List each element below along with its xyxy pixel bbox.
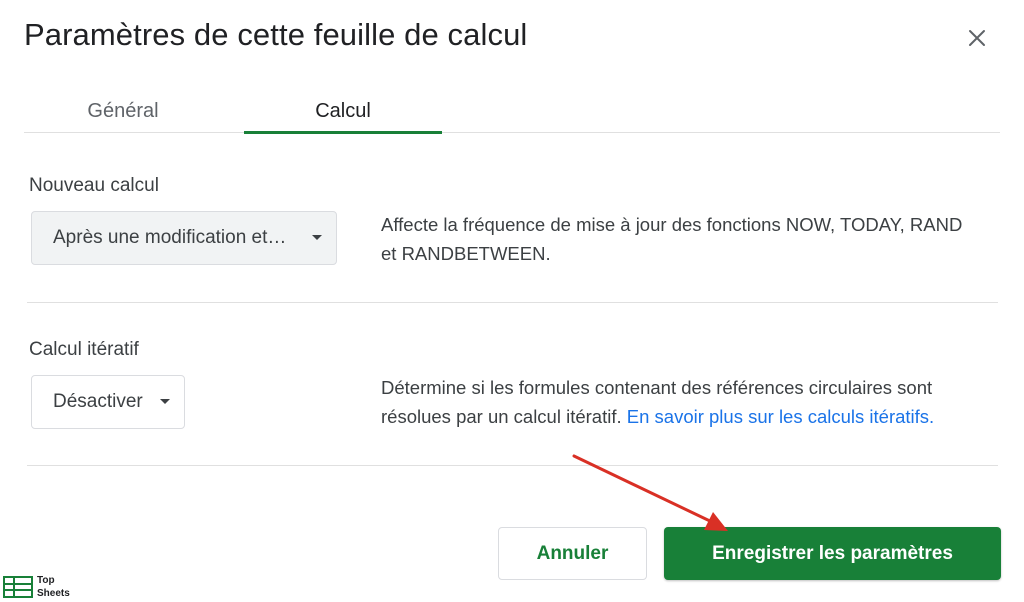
- recalculation-selected-value: Après une modification et…: [53, 227, 287, 248]
- learn-more-link[interactable]: En savoir plus sur les calculs itératifs…: [627, 406, 934, 427]
- spreadsheet-icon: [3, 576, 33, 598]
- logo-text-line2: Sheets: [37, 588, 70, 599]
- dropdown-arrow-icon: [312, 235, 322, 240]
- settings-dialog: Paramètres de cette feuille de calcul Gé…: [0, 0, 1024, 602]
- section-divider: [27, 302, 998, 303]
- recalculation-description: Affecte la fréquence de mise à jour des …: [381, 214, 963, 264]
- iterative-calc-selected-value: Désactiver: [53, 391, 143, 412]
- iterative-calc-label: Calcul itératif: [29, 339, 139, 360]
- close-icon: [969, 30, 985, 46]
- section-divider: [27, 465, 998, 466]
- recalculation-label: Nouveau calcul: [29, 175, 159, 196]
- top-sheets-logo: Top Sheets: [3, 574, 70, 600]
- iterative-calc-description: Détermine si les formules contenant des …: [381, 373, 1006, 431]
- iterative-calc-dropdown[interactable]: Désactiver: [31, 375, 185, 429]
- tab-calculation[interactable]: Calcul: [244, 90, 442, 134]
- logo-text: Top Sheets: [37, 574, 70, 600]
- recalculation-dropdown[interactable]: Après une modification et…: [31, 211, 337, 265]
- tab-bar: Général Calcul: [24, 90, 1000, 134]
- logo-text-line1: Top: [37, 575, 55, 586]
- tab-general[interactable]: Général: [24, 90, 222, 133]
- dialog-title: Paramètres de cette feuille de calcul: [24, 17, 528, 52]
- save-settings-button[interactable]: Enregistrer les paramètres: [664, 527, 1001, 580]
- cancel-button[interactable]: Annuler: [498, 527, 647, 580]
- dropdown-arrow-icon: [160, 399, 170, 404]
- close-button[interactable]: [959, 20, 995, 56]
